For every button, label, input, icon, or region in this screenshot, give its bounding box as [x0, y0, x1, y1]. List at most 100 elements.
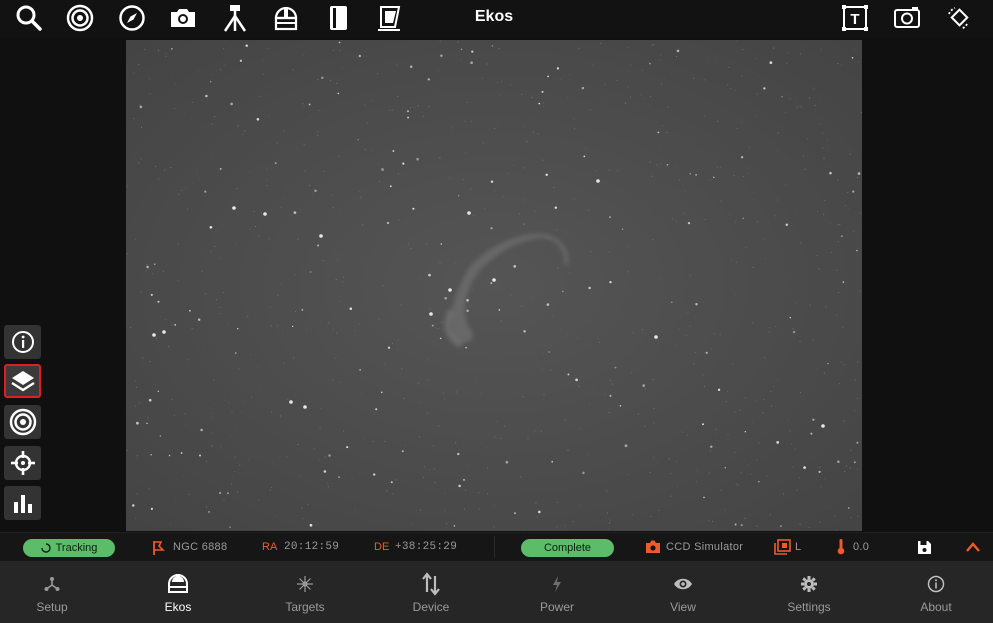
chevron-up-icon[interactable] [965, 541, 981, 553]
nav-label: View [670, 600, 696, 614]
star [157, 300, 160, 303]
star [538, 102, 541, 105]
star [614, 366, 617, 369]
star [588, 286, 591, 290]
star [431, 324, 434, 327]
search-icon[interactable] [12, 1, 46, 35]
star [146, 422, 148, 424]
star [289, 400, 293, 404]
crosshair-icon [10, 451, 35, 475]
notebook-icon[interactable] [321, 1, 355, 35]
nav-label: Settings [787, 600, 831, 614]
star [357, 139, 359, 141]
fits-image-viewer[interactable] [126, 40, 862, 531]
star [157, 390, 159, 392]
layers-button[interactable] [4, 364, 41, 398]
star [734, 523, 737, 526]
star [150, 507, 153, 510]
star [490, 180, 494, 183]
filter-name: L [795, 541, 802, 553]
nav-settings[interactable]: Settings [759, 561, 859, 623]
telescope-icon[interactable] [218, 1, 252, 35]
flat-panel-icon[interactable] [372, 1, 406, 35]
star [337, 92, 340, 95]
nav-ekos[interactable]: Ekos [128, 561, 228, 623]
star [789, 316, 792, 319]
star [153, 263, 156, 266]
star [314, 189, 317, 192]
camera-icon[interactable] [166, 1, 200, 35]
star [291, 325, 294, 328]
target-icon[interactable] [63, 1, 97, 35]
star [301, 308, 304, 311]
camera-name: CCD Simulator [666, 541, 744, 553]
star [338, 476, 340, 478]
compass-icon[interactable] [115, 1, 149, 35]
star [146, 265, 149, 269]
text-frame-icon[interactable]: T [838, 1, 872, 35]
star [390, 481, 393, 484]
capture-status-label: Complete [543, 542, 592, 554]
de-value: +38:25:29 [395, 541, 458, 553]
star [197, 318, 201, 321]
temperature-value: 0.0 [853, 541, 870, 553]
star [523, 329, 526, 333]
star [821, 424, 825, 428]
star [649, 62, 651, 65]
star [380, 391, 383, 394]
target-icon [9, 408, 36, 436]
star [230, 102, 233, 106]
camera-icon [646, 540, 660, 553]
star [856, 441, 859, 444]
star [389, 185, 392, 188]
star [309, 523, 313, 527]
mount-status-label: Tracking [55, 542, 98, 554]
sparkle-icon [297, 576, 313, 592]
de-label: DE [374, 541, 390, 553]
nav-about[interactable]: About [886, 561, 986, 623]
crosshair-button[interactable] [4, 446, 41, 480]
info-button[interactable] [4, 325, 41, 359]
star [769, 61, 773, 65]
star [851, 56, 854, 59]
star [742, 217, 744, 219]
nav-targets[interactable]: Targets [255, 561, 355, 623]
star [162, 330, 166, 334]
observatory-icon[interactable] [269, 1, 303, 35]
star [310, 271, 312, 273]
star [453, 525, 455, 527]
nav-device[interactable]: Device [381, 561, 481, 623]
star [256, 118, 260, 121]
nav-power[interactable]: Power [507, 561, 607, 623]
star [463, 479, 465, 481]
target-button[interactable] [4, 405, 41, 439]
nav-label: About [920, 600, 952, 614]
star [793, 330, 796, 334]
mount-status-badge[interactable]: Tracking [23, 539, 115, 557]
star [406, 110, 410, 113]
star [857, 172, 861, 175]
star [551, 460, 554, 463]
star [180, 452, 183, 454]
star [444, 297, 447, 300]
star [150, 454, 152, 456]
star [401, 450, 404, 453]
star [174, 324, 177, 326]
save-icon[interactable] [917, 540, 932, 555]
star [189, 309, 191, 312]
nav-view[interactable]: View [633, 561, 733, 623]
star [293, 211, 297, 214]
camera-frame-icon[interactable] [890, 1, 924, 35]
histogram-button[interactable] [4, 486, 41, 520]
capture-status-badge[interactable]: Complete [521, 539, 614, 557]
star [381, 168, 384, 171]
star [319, 234, 323, 238]
star [427, 78, 430, 81]
status-bar: Tracking NGC 6888 RA 20:12:59 DE +38:25:… [0, 532, 993, 561]
star [717, 388, 721, 391]
rotate-icon[interactable] [941, 1, 975, 35]
app-title: Ekos [474, 8, 514, 25]
star [150, 293, 153, 296]
star [702, 423, 704, 426]
nav-setup[interactable]: Setup [2, 561, 102, 623]
